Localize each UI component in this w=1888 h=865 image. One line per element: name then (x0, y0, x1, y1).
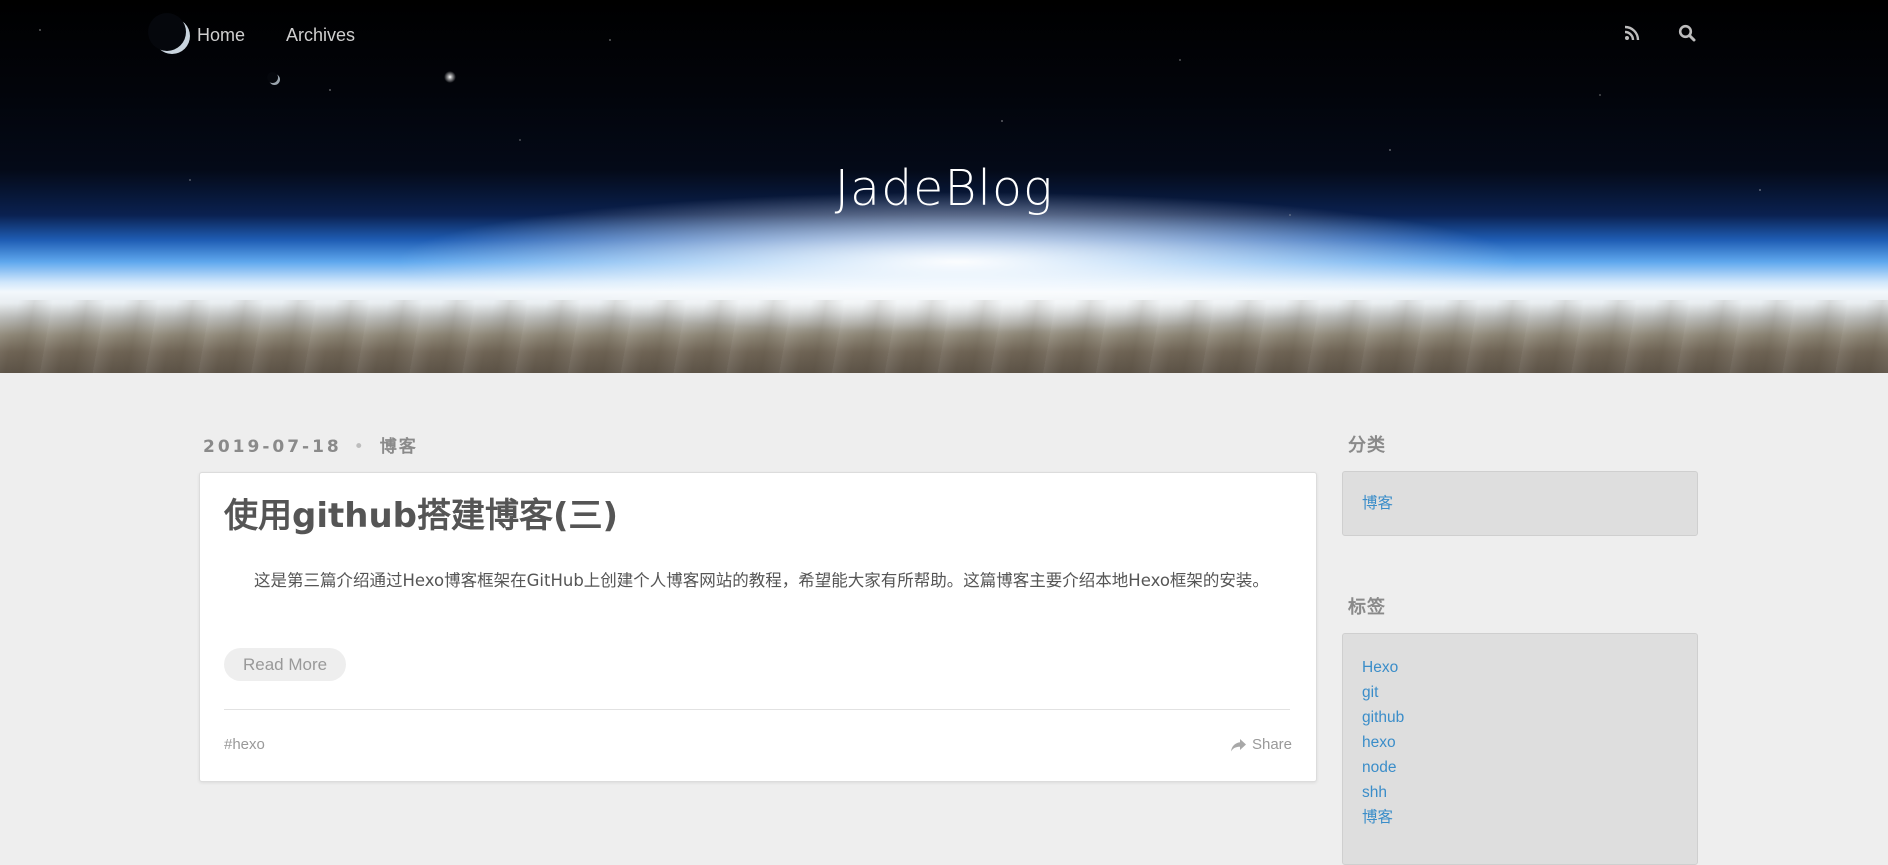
category-link[interactable]: 博客 (1362, 491, 1393, 516)
nav-archives-link[interactable]: Archives (286, 23, 355, 47)
search-icon[interactable] (1675, 21, 1699, 45)
nav-home-link[interactable]: Home (197, 23, 245, 47)
small-moon-icon (267, 72, 278, 83)
bright-star (444, 71, 456, 83)
tag-link-git[interactable]: git (1362, 680, 1404, 705)
main-nav: Home Archives (197, 23, 396, 47)
tags-widget-title: 标签 (1348, 597, 1386, 618)
post-tag-link[interactable]: #hexo (224, 736, 265, 754)
post-meta: 2019-07-18 • 博客 (203, 435, 418, 459)
tag-link-github[interactable]: github (1362, 705, 1404, 730)
category-list: 博客 (1362, 491, 1393, 516)
tags-widget: Hexo git github hexo node shh 博客 (1342, 633, 1698, 865)
post-title[interactable]: 使用github搭建博客(三) (224, 493, 618, 539)
tag-link-node[interactable]: node (1362, 755, 1404, 780)
share-icon (1230, 738, 1246, 751)
card-divider (224, 709, 1290, 710)
rss-icon[interactable] (1620, 21, 1644, 45)
share-label: Share (1251, 736, 1292, 753)
moon-logo-icon[interactable] (148, 13, 186, 51)
tag-link-hexo[interactable]: hexo (1362, 730, 1404, 755)
meta-separator: • (353, 437, 364, 457)
tag-link-blog[interactable]: 博客 (1362, 805, 1404, 830)
header-banner: Home Archives JadeBlog (0, 0, 1888, 373)
tag-link-shh[interactable]: shh (1362, 780, 1404, 805)
post-card: 使用github搭建博客(三) 这是第三篇介绍通过Hexo博客框架在GitHub… (199, 472, 1317, 782)
post-category-link[interactable]: 博客 (380, 435, 418, 459)
earth-clouds (0, 300, 1888, 373)
share-button[interactable]: Share (1230, 736, 1292, 754)
site-title[interactable]: JadeBlog (0, 156, 1888, 222)
post-date: 2019-07-18 (203, 437, 342, 457)
read-more-button[interactable]: Read More (224, 648, 347, 681)
tag-list: Hexo git github hexo node shh 博客 (1362, 655, 1404, 830)
categories-widget-title: 分类 (1348, 435, 1386, 456)
tag-link-hexo-cap[interactable]: Hexo (1362, 655, 1404, 680)
categories-widget: 博客 (1342, 471, 1698, 536)
header-icons (1620, 21, 1730, 45)
post-excerpt: 这是第三篇介绍通过Hexo博客框架在GitHub上创建个人博客网站的教程，希望能… (254, 571, 1269, 590)
